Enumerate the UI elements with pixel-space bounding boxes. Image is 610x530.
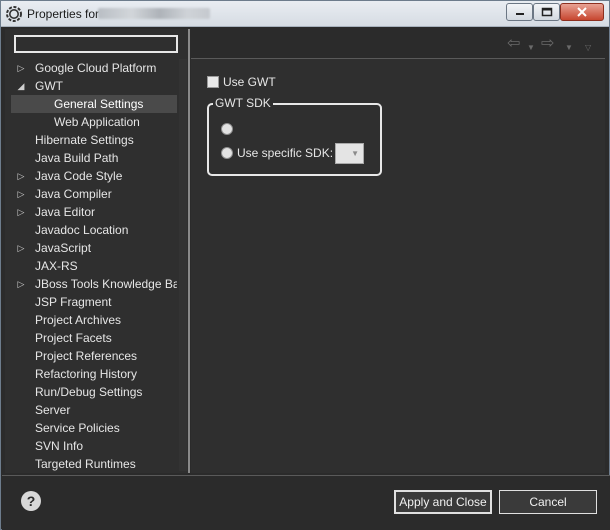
tree-item-label: JavaScript (35, 241, 92, 255)
forward-arrow-icon[interactable]: ⇨ (541, 36, 554, 52)
back-dropdown-icon[interactable]: ▼ (527, 40, 535, 56)
tree-item-label: Refactoring History (35, 367, 138, 381)
tree-item-label: Targeted Runtimes (35, 457, 136, 471)
tree-item-label: Run/Debug Settings (35, 385, 143, 399)
tree-item-label: Java Compiler (35, 187, 112, 201)
close-button[interactable] (560, 3, 604, 21)
navigation-panel: ▷ Google Cloud Platform ◢ GWT General Settin… (5, 29, 189, 473)
expand-arrow-icon[interactable]: ▷ (16, 203, 26, 221)
tree-item-label: Hibernate Settings (35, 133, 134, 147)
expand-arrow-icon[interactable]: ▷ (16, 167, 26, 185)
tree-item-label: Google Cloud Platform (35, 61, 157, 75)
tree-item-label: Project References (35, 349, 138, 363)
tree-item-svn-info[interactable]: SVN Info (11, 437, 177, 455)
tree-item-label: Java Build Path (35, 151, 119, 165)
gear-icon (6, 6, 22, 22)
gwt-sdk-group: GWT SDK Use specific SDK: ▼ (207, 96, 382, 176)
use-gwt-label: Use GWT (223, 75, 276, 89)
filter-input[interactable] (14, 35, 178, 53)
tree-item-label: Project Archives (35, 313, 122, 327)
gwt-sdk-group-title: GWT SDK (213, 96, 273, 110)
chevron-down-icon: ▼ (351, 149, 359, 158)
minimize-button[interactable] (506, 3, 533, 21)
tree-item-label: JSP Fragment (35, 295, 112, 309)
tree-item-web-application[interactable]: Web Application (11, 113, 177, 131)
view-menu-icon[interactable]: ▽ (585, 40, 591, 56)
tree-item-label: Project Facets (35, 331, 112, 345)
tree-scrollbar[interactable] (179, 59, 187, 471)
specific-sdk-label[interactable]: Use specific SDK: (237, 146, 333, 160)
tree-item-java-build-path[interactable]: Java Build Path (11, 149, 177, 167)
sdk-select[interactable]: ▼ (335, 143, 364, 164)
tree-item-gwt[interactable]: ◢ GWT (11, 77, 177, 95)
tree-item-google-cloud-platform[interactable]: ▷ Google Cloud Platform (11, 59, 177, 77)
close-icon (577, 7, 587, 17)
tree-item-label: JBoss Tools Knowledge Ba (35, 277, 177, 291)
use-gwt-checkbox[interactable] (207, 76, 219, 88)
use-gwt-option[interactable]: Use GWT (207, 75, 276, 89)
tree-item-label: General Settings (54, 97, 144, 111)
expand-arrow-icon[interactable]: ▷ (16, 275, 26, 293)
tree-item-label: JAX-RS (35, 259, 78, 273)
collapse-arrow-icon[interactable]: ◢ (16, 77, 26, 95)
tree-item-java-editor[interactable]: ▷ Java Editor (11, 203, 177, 221)
help-icon[interactable]: ? (21, 491, 41, 511)
tree-item-run-debug-settings[interactable]: Run/Debug Settings (11, 383, 177, 401)
tree-item-label: Web Application (54, 115, 140, 129)
apply-and-close-button[interactable]: Apply and Close (394, 490, 492, 514)
tree-item-targeted-runtimes[interactable]: Targeted Runtimes (11, 455, 177, 471)
tree-item-jax-rs[interactable]: JAX-RS (11, 257, 177, 275)
title-bar[interactable]: Properties for (1, 1, 609, 27)
tree-item-label: Javadoc Location (35, 223, 129, 237)
tree-item-label: SVN Info (35, 439, 84, 453)
forward-dropdown-icon[interactable]: ▼ (565, 40, 573, 56)
tree-item-java-compiler[interactable]: ▷ Java Compiler (11, 185, 177, 203)
tree-item-label: Java Editor (35, 205, 96, 219)
settings-panel: ⇦ ▼ ⇨ ▼ ▽ Use GWT GWT SDK Use specific S… (191, 29, 605, 473)
tree-item-refactoring-history[interactable]: Refactoring History (11, 365, 177, 383)
specific-sdk-radio[interactable] (221, 147, 233, 159)
tree-item-project-archives[interactable]: Project Archives (11, 311, 177, 329)
tree-item-general-settings[interactable]: General Settings (11, 95, 177, 113)
tree-item-hibernate-settings[interactable]: Hibernate Settings (11, 131, 177, 149)
tree-item-jboss-tools-knowledge-ba[interactable]: ▷ JBoss Tools Knowledge Ba (11, 275, 177, 293)
property-page-tree: ▷ Google Cloud Platform ◢ GWT General Settin… (11, 59, 177, 471)
maximize-button[interactable] (533, 3, 560, 21)
tree-item-javadoc-location[interactable]: Javadoc Location (11, 221, 177, 239)
page-header: ⇦ ▼ ⇨ ▼ ▽ (191, 29, 605, 59)
minimize-icon (515, 13, 524, 15)
tree-item-label: GWT (35, 79, 63, 93)
tree-item-label: Server (35, 403, 71, 417)
button-bar: ? Apply and Close Cancel (2, 475, 610, 530)
panel-divider[interactable] (188, 29, 190, 473)
tree-item-java-code-style[interactable]: ▷ Java Code Style (11, 167, 177, 185)
back-arrow-icon[interactable]: ⇦ (507, 36, 520, 52)
tree-item-label: Service Policies (35, 421, 120, 435)
tree-item-javascript[interactable]: ▷ JavaScript (11, 239, 177, 257)
window-title: Properties for (27, 7, 100, 21)
maximize-icon (541, 7, 552, 17)
tree-item-service-policies[interactable]: Service Policies (11, 419, 177, 437)
properties-dialog: Properties for ▷ Google Cloud Platform ◢ GW… (0, 0, 610, 530)
tree-item-project-references[interactable]: Project References (11, 347, 177, 365)
tree-item-jsp-fragment[interactable]: JSP Fragment (11, 293, 177, 311)
tree-item-project-facets[interactable]: Project Facets (11, 329, 177, 347)
cancel-button[interactable]: Cancel (499, 490, 597, 514)
tree-item-label: Java Code Style (35, 169, 123, 183)
expand-arrow-icon[interactable]: ▷ (16, 239, 26, 257)
default-sdk-radio[interactable] (221, 123, 233, 135)
expand-arrow-icon[interactable]: ▷ (16, 59, 26, 77)
project-name-redacted (98, 8, 210, 19)
expand-arrow-icon[interactable]: ▷ (16, 185, 26, 203)
tree-item-server[interactable]: Server (11, 401, 177, 419)
